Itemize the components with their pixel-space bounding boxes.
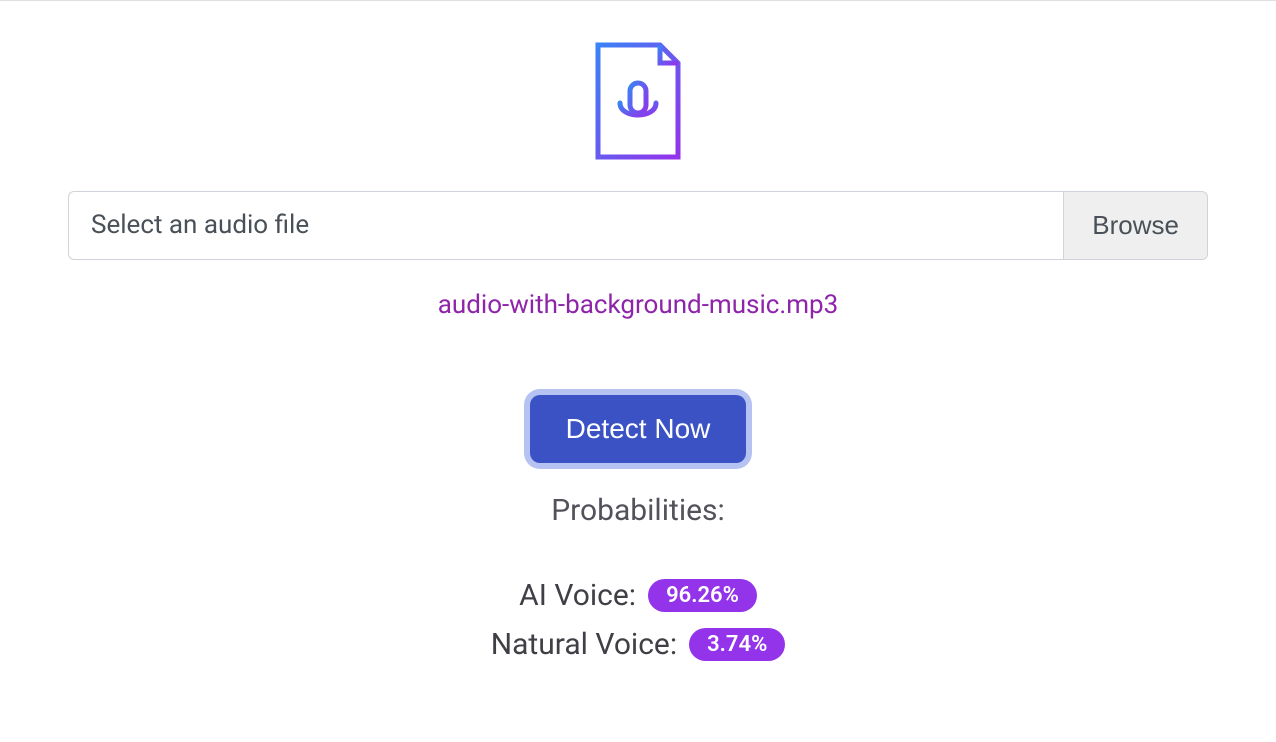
- selected-filename: audio-with-background-music.mp3: [68, 290, 1208, 320]
- file-input-group[interactable]: Select an audio file Browse: [68, 191, 1208, 260]
- natural-voice-label: Natural Voice:: [491, 627, 677, 662]
- main-container: Select an audio file Browse audio-with-b…: [38, 41, 1238, 662]
- ai-voice-label: AI Voice:: [519, 578, 636, 613]
- detect-now-button[interactable]: Detect Now: [530, 395, 747, 463]
- ai-voice-result-row: AI Voice: 96.26%: [68, 578, 1208, 613]
- browse-button[interactable]: Browse: [1063, 191, 1208, 260]
- file-input-placeholder[interactable]: Select an audio file: [68, 191, 1063, 260]
- natural-voice-result-row: Natural Voice: 3.74%: [68, 627, 1208, 662]
- upload-icon-wrapper: [68, 41, 1208, 161]
- ai-voice-badge: 96.26%: [648, 579, 757, 612]
- audio-file-mic-icon: [590, 41, 686, 161]
- probabilities-heading: Probabilities:: [68, 493, 1208, 528]
- natural-voice-badge: 3.74%: [689, 628, 785, 661]
